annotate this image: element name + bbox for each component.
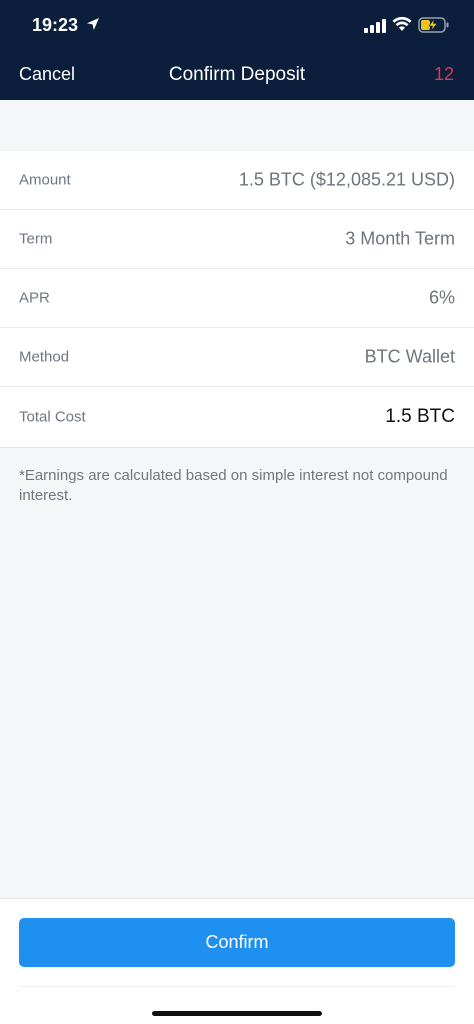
status-time: 19:23 <box>32 15 79 35</box>
bottom-action-bar: Confirm <box>0 898 474 1024</box>
detail-label: APR <box>19 289 50 307</box>
detail-label: Method <box>19 348 70 366</box>
detail-value: 6% <box>428 287 455 308</box>
detail-label: Total Cost <box>19 408 86 426</box>
detail-row-total-cost: Total Cost 1.5 BTC <box>0 387 474 448</box>
earnings-disclaimer: *Earnings are calculated based on simple… <box>19 467 448 504</box>
detail-row-apr: APR 6% <box>0 269 474 328</box>
status-bar: 19:23 <box>0 0 474 50</box>
detail-value: 3 Month Term <box>345 228 455 249</box>
battery-charging-icon <box>418 17 449 33</box>
confirm-button[interactable]: Confirm <box>19 918 455 967</box>
countdown-counter: 12 <box>433 64 454 84</box>
location-arrow-icon <box>87 18 99 30</box>
cellular-signal-icon <box>364 19 386 33</box>
divider <box>19 986 455 987</box>
detail-row-method: Method BTC Wallet <box>0 328 474 387</box>
detail-value: BTC Wallet <box>364 346 455 367</box>
nav-bar: Cancel Confirm Deposit 12 <box>0 50 474 100</box>
page-title: Confirm Deposit <box>168 64 306 85</box>
header: 19:23 Cancel Confirm Deposit 12 <box>0 0 474 100</box>
detail-label: Amount <box>19 171 71 189</box>
confirm-deposit-screen: 19:23 Cancel Confirm Deposit 12 Amount 1… <box>0 0 474 1024</box>
wifi-icon <box>392 16 412 31</box>
total-cost-value: 1.5 BTC <box>385 406 455 427</box>
deposit-details-list: Amount 1.5 BTC ($12,085.21 USD) Term 3 M… <box>0 151 474 448</box>
detail-value: 1.5 BTC ($12,085.21 USD) <box>238 169 455 190</box>
detail-label: Term <box>19 230 53 248</box>
home-indicator[interactable] <box>152 1011 322 1016</box>
detail-row-amount: Amount 1.5 BTC ($12,085.21 USD) <box>0 151 474 210</box>
detail-row-term: Term 3 Month Term <box>0 210 474 269</box>
